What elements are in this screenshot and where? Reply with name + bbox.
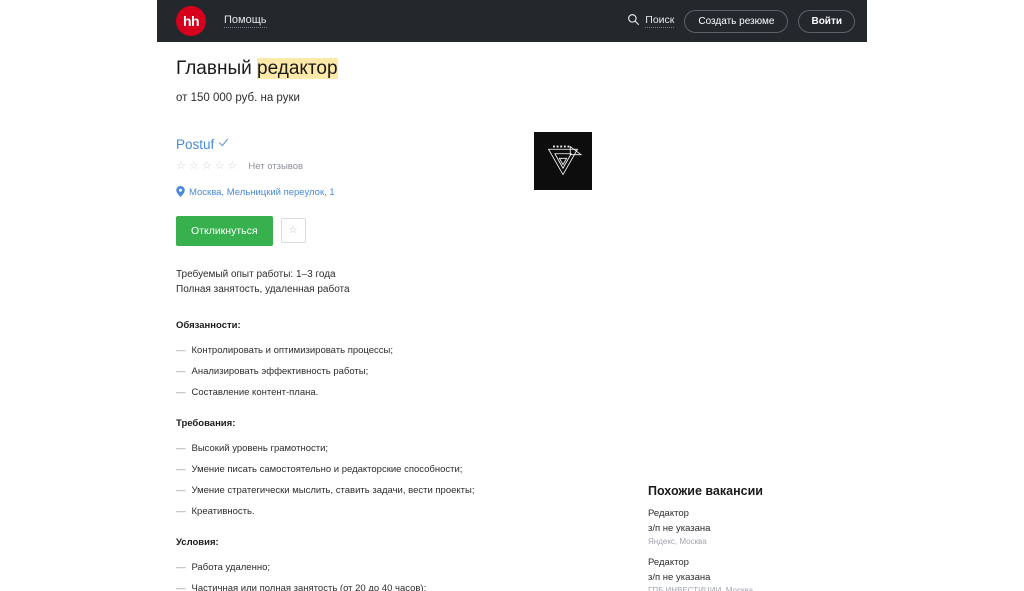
section-title: Требования: (176, 417, 236, 429)
list-item: — Креативность. (176, 506, 536, 517)
favorite-button[interactable]: ☆ (280, 218, 306, 244)
list-item: — Работа удаленно; (176, 562, 536, 573)
bullet-dash: — (176, 484, 186, 496)
hh-logo-icon[interactable]: hh (176, 6, 206, 36)
similar-vacancy-item[interactable]: Редактор з/п не указана Яндекс, Москва (648, 508, 848, 546)
similar-vacancy-salary: з/п не указана (648, 572, 711, 583)
list-item: — Умение писать самостоятельно и редакто… (176, 464, 536, 475)
postuf-triangle-logo-icon (547, 145, 583, 176)
search-icon (627, 13, 640, 29)
vacancy-meta: Требуемый опыт работы: 1–3 года Полная з… (176, 267, 536, 298)
list-item: — Контролировать и оптимизировать процес… (176, 345, 536, 356)
bullet-dash: — (176, 344, 186, 356)
list-item-text: Составление контент-плана. (191, 386, 319, 398)
nav-item-help[interactable]: Помощь (224, 14, 267, 28)
apply-button[interactable]: Откликнуться (176, 215, 273, 246)
bullet-dash: — (176, 582, 186, 591)
similar-vacancy-title[interactable]: Редактор (648, 557, 848, 568)
similar-vacancies-sidebar: Похожие вакансии Редактор з/п не указана… (648, 484, 848, 591)
location-label[interactable]: Москва, Мельницкий переулок, 1 (189, 187, 335, 198)
bullet-dash: — (176, 442, 186, 454)
section-conditions: Условия: — Работа удаленно; — Частичная … (176, 537, 536, 591)
bullet-dash: — (176, 365, 186, 377)
list-item: — Частичная или полная занятость (от 20 … (176, 583, 536, 591)
similar-vacancy-company: Яндекс, Москва (648, 537, 707, 546)
list-item-text: Частичная или полная занятость (от 20 до… (191, 582, 427, 591)
list-item: — Умение стратегически мыслить, ставить … (176, 485, 536, 496)
vacancy-content: Главный редактор от 150 000 руб. на руки… (176, 58, 536, 591)
company-logo[interactable] (534, 132, 592, 190)
header-actions: Поиск Создать резюме Войти (627, 9, 855, 33)
section-list: — Работа удаленно; — Частичная или полна… (176, 562, 536, 591)
company-link[interactable]: Postuf (176, 137, 229, 152)
similar-vacancy-salary: з/п не указана (648, 523, 711, 534)
page-title-prefix: Главный (176, 58, 258, 79)
login-button[interactable]: Войти (798, 9, 855, 33)
star-outline-icon[interactable]: ☆ (176, 160, 186, 172)
page-title: Главный редактор (176, 58, 536, 81)
star-outline-icon[interactable]: ☆ (228, 160, 238, 172)
search-button-label: Поиск (645, 14, 675, 28)
list-item-text: Умение стратегически мыслить, ставить за… (191, 484, 475, 496)
similar-vacancy-item[interactable]: Редактор з/п не указана ГПБ ИНВЕСТИЦИИ, … (648, 557, 848, 591)
section-responsibilities: Обязанности: — Контролировать и оптимизи… (176, 320, 536, 398)
vacancy-page: hh Помощь Поиск Создать резюме Войти Гла… (0, 0, 1024, 591)
bullet-dash: — (176, 386, 186, 398)
location-row[interactable]: Москва, Мельницкий переулок, 1 (176, 185, 536, 200)
star-outline-icon: ☆ (288, 225, 298, 237)
search-button[interactable]: Поиск (627, 13, 675, 29)
list-item-text: Высокий уровень грамотности; (191, 442, 329, 454)
bullet-dash: — (176, 561, 186, 573)
company-name-label: Postuf (176, 136, 215, 152)
section-requirements: Требования: — Высокий уровень грамотност… (176, 418, 536, 517)
create-resume-button[interactable]: Создать резюме (684, 9, 789, 33)
rating-stars[interactable]: ☆ ☆ ☆ ☆ ☆ (176, 160, 238, 172)
site-header: hh Помощь Поиск Создать резюме Войти (157, 0, 867, 42)
section-list: — Высокий уровень грамотности; — Умение … (176, 443, 536, 517)
list-item-text: Контролировать и оптимизировать процессы… (191, 344, 394, 356)
list-item-text: Креативность. (191, 505, 255, 517)
list-item: — Анализировать эффективность работы; (176, 366, 536, 377)
verified-check-icon (218, 137, 229, 151)
star-outline-icon[interactable]: ☆ (215, 160, 225, 172)
star-outline-icon[interactable]: ☆ (202, 160, 212, 172)
company-rating: ☆ ☆ ☆ ☆ ☆ Нет отзывов (176, 160, 536, 172)
bullet-dash: — (176, 505, 186, 517)
list-item-text: Умение писать самостоятельно и редакторс… (191, 463, 463, 475)
section-title: Обязанности: (176, 319, 241, 331)
list-item: — Составление контент-плана. (176, 387, 536, 398)
list-item: — Высокий уровень грамотности; (176, 443, 536, 454)
similar-vacancy-company: ГПБ ИНВЕСТИЦИИ, Москва (648, 586, 754, 591)
star-outline-icon[interactable]: ☆ (189, 160, 199, 172)
reviews-count-label: Нет отзывов (248, 160, 304, 172)
bullet-dash: — (176, 463, 186, 475)
employment-text: Полная занятость, удаленная работа (176, 284, 350, 296)
section-list: — Контролировать и оптимизировать процес… (176, 345, 536, 398)
page-title-highlight: редактор (257, 58, 338, 79)
list-item-text: Работа удаленно; (191, 561, 271, 573)
vacancy-actions: Откликнуться ☆ (176, 215, 536, 246)
map-pin-icon (176, 185, 185, 200)
experience-text: Требуемый опыт работы: 1–3 года (176, 268, 336, 280)
list-item-text: Анализировать эффективность работы; (191, 365, 369, 377)
sidebar-title: Похожие вакансии (648, 484, 763, 498)
salary-text: от 150 000 руб. на руки (176, 91, 300, 104)
section-title: Условия: (176, 536, 219, 548)
similar-vacancy-title[interactable]: Редактор (648, 508, 848, 519)
